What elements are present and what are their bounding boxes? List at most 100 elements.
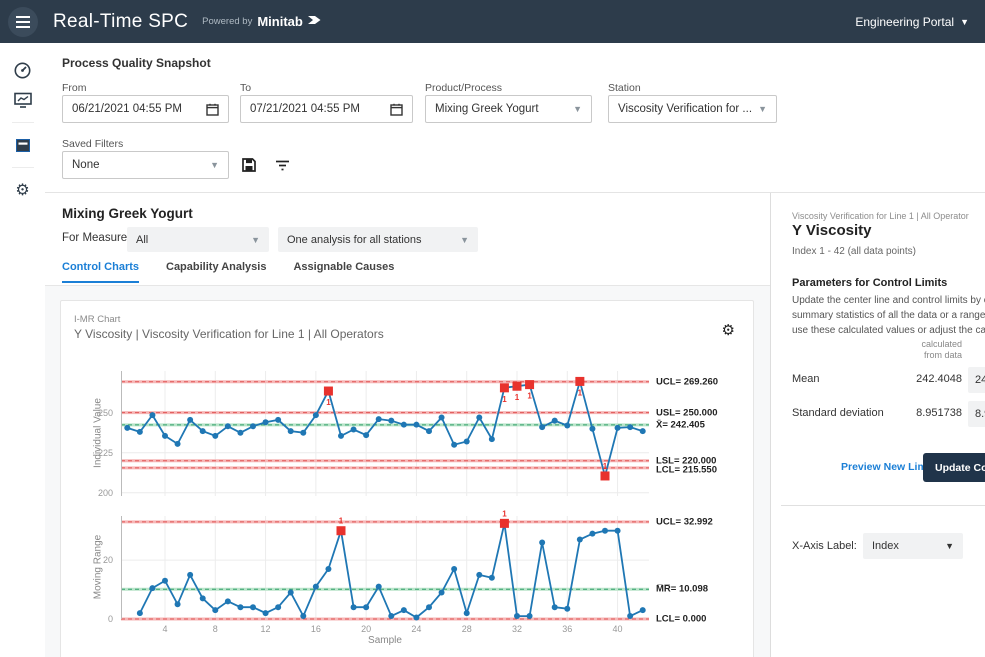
to-date-input[interactable]: 07/21/2021 04:55 PM [240, 95, 413, 123]
saved-filters-select[interactable]: None ▼ [62, 151, 229, 179]
limit-line-label: M̅R̅= 10.098 [656, 584, 708, 595]
tab-control-charts[interactable]: Control Charts [62, 261, 139, 283]
station-value: Viscosity Verification for ... [618, 103, 752, 115]
main-content: Mixing Greek Yogurt For Measure: All ▼ O… [45, 193, 770, 657]
svg-text:1: 1 [339, 517, 344, 526]
sidebar-item-settings[interactable]: ⚙ [0, 175, 45, 205]
mrchart-y-axis-title: Moving Range [93, 535, 104, 599]
sidebar-item-products[interactable] [0, 130, 45, 160]
chevron-down-icon: ▼ [960, 17, 969, 27]
update-control-limits-button[interactable]: Update Control [923, 453, 985, 482]
x-tick-label: 28 [454, 624, 480, 634]
chevron-down-icon: ▼ [251, 235, 260, 245]
limit-line-label: LCL= 0.000 [656, 614, 706, 625]
limit-line-label: X̄= 242.405 [656, 419, 705, 430]
x-tick-label: 20 [353, 624, 379, 634]
calendar-icon [206, 103, 219, 116]
limit-line-label: USL= 250.000 [656, 407, 718, 418]
y-tick-label: 225 [75, 448, 113, 458]
left-sidebar: ⚙ [0, 43, 45, 657]
app-header: Real-Time SPC Powered by Minitab Enginee… [0, 0, 985, 43]
sidebar-item-dashboard[interactable] [0, 55, 45, 85]
station-label: Station [608, 82, 641, 94]
divider [781, 505, 985, 506]
save-icon [241, 157, 257, 173]
product-value: Mixing Greek Yogurt [435, 103, 539, 115]
chart-area: Individual Value Moving Range 111111 11 … [61, 301, 753, 657]
to-label: To [240, 82, 251, 94]
measure-select[interactable]: All ▼ [127, 227, 269, 252]
limit-line-label: LCL= 215.550 [656, 464, 717, 475]
filter-section: Process Quality Snapshot From 06/21/2021… [45, 43, 985, 193]
panel-title: Y Viscosity [792, 222, 872, 239]
svg-text:1: 1 [527, 392, 532, 401]
analysis-select[interactable]: One analysis for all stations ▼ [278, 227, 478, 252]
for-measure-label: For Measure: [62, 232, 130, 244]
chevron-down-icon: ▼ [573, 104, 582, 114]
mean-calculated-value: 242.4048 [792, 373, 962, 385]
chevron-down-icon: ▼ [460, 235, 469, 245]
stddev-calculated-value: 8.951738 [792, 407, 962, 419]
to-date-value: 07/21/2021 04:55 PM [250, 103, 360, 115]
from-date-value: 06/21/2021 04:55 PM [72, 103, 182, 115]
monitor-chart-icon [13, 91, 33, 109]
portal-label: Engineering Portal [855, 15, 954, 29]
y-tick-label: 0 [75, 614, 113, 624]
analysis-value: One analysis for all stations [287, 234, 422, 246]
from-date-input[interactable]: 06/21/2021 04:55 PM [62, 95, 229, 123]
x-axis-select[interactable]: Index ▼ [863, 533, 963, 559]
filter-icon [275, 159, 290, 172]
tab-assignable-causes[interactable]: Assignable Causes [293, 261, 394, 283]
chart-background: I-MR Chart Y Viscosity | Viscosity Verif… [45, 286, 770, 657]
params-title: Parameters for Control Limits [792, 277, 947, 289]
mean-input[interactable]: 242.4048 [968, 367, 985, 393]
moving-range-chart-plot: 11 [121, 516, 649, 619]
app-title: Real-Time SPC [53, 11, 188, 33]
y-tick-label: 250 [75, 408, 113, 418]
process-title: Mixing Greek Yogurt [62, 206, 193, 221]
x-axis-value: Index [872, 540, 899, 552]
x-tick-label: 32 [504, 624, 530, 634]
x-tick-label: 12 [253, 624, 279, 634]
stddev-input[interactable]: 8.951738 [968, 401, 985, 427]
hamburger-menu-icon[interactable] [8, 7, 38, 37]
brand-name: Minitab [257, 14, 303, 29]
individuals-chart-plot: 111111 [121, 371, 649, 496]
sidebar-divider [12, 122, 34, 123]
sidebar-item-charts[interactable] [0, 85, 45, 115]
gear-icon: ⚙ [15, 182, 29, 198]
y-tick-label: 200 [75, 488, 113, 498]
x-tick-label: 4 [152, 624, 178, 634]
x-tick-label: 24 [403, 624, 429, 634]
station-select[interactable]: Viscosity Verification for ... ▼ [608, 95, 777, 123]
sidebar-divider [12, 167, 34, 168]
right-panel: Viscosity Verification for Line 1 | All … [770, 193, 985, 657]
tab-capability-analysis[interactable]: Capability Analysis [166, 261, 266, 283]
portal-switcher[interactable]: Engineering Portal ▼ [855, 15, 969, 29]
svg-text:1: 1 [326, 398, 331, 407]
product-label: Product/Process [425, 82, 502, 94]
x-axis-label: X-Axis Label: [792, 540, 857, 552]
imr-chart-card: I-MR Chart Y Viscosity | Viscosity Verif… [60, 300, 754, 657]
section-title: Process Quality Snapshot [62, 56, 211, 70]
svg-text:1: 1 [578, 388, 583, 397]
minitab-logo-icon [307, 13, 322, 32]
index-note: Index 1 - 42 (all data points) [792, 246, 916, 257]
save-filter-button[interactable] [237, 153, 261, 177]
x-tick-label: 16 [303, 624, 329, 634]
limit-line-label: UCL= 32.992 [656, 516, 713, 527]
calendar-icon [390, 103, 403, 116]
filter-options-button[interactable] [270, 153, 294, 177]
archive-box-icon [14, 137, 32, 154]
gauge-icon [13, 61, 32, 80]
measure-value: All [136, 234, 148, 246]
panel-subtitle: Viscosity Verification for Line 1 | All … [792, 211, 969, 221]
x-tick-label: 40 [605, 624, 631, 634]
limit-line-label: UCL= 269.260 [656, 376, 718, 387]
chevron-down-icon: ▼ [210, 160, 219, 170]
powered-by-label: Powered by [202, 16, 252, 27]
x-tick-label: 36 [554, 624, 580, 634]
svg-text:1: 1 [515, 393, 520, 402]
product-select[interactable]: Mixing Greek Yogurt ▼ [425, 95, 592, 123]
saved-filters-label: Saved Filters [62, 138, 123, 150]
